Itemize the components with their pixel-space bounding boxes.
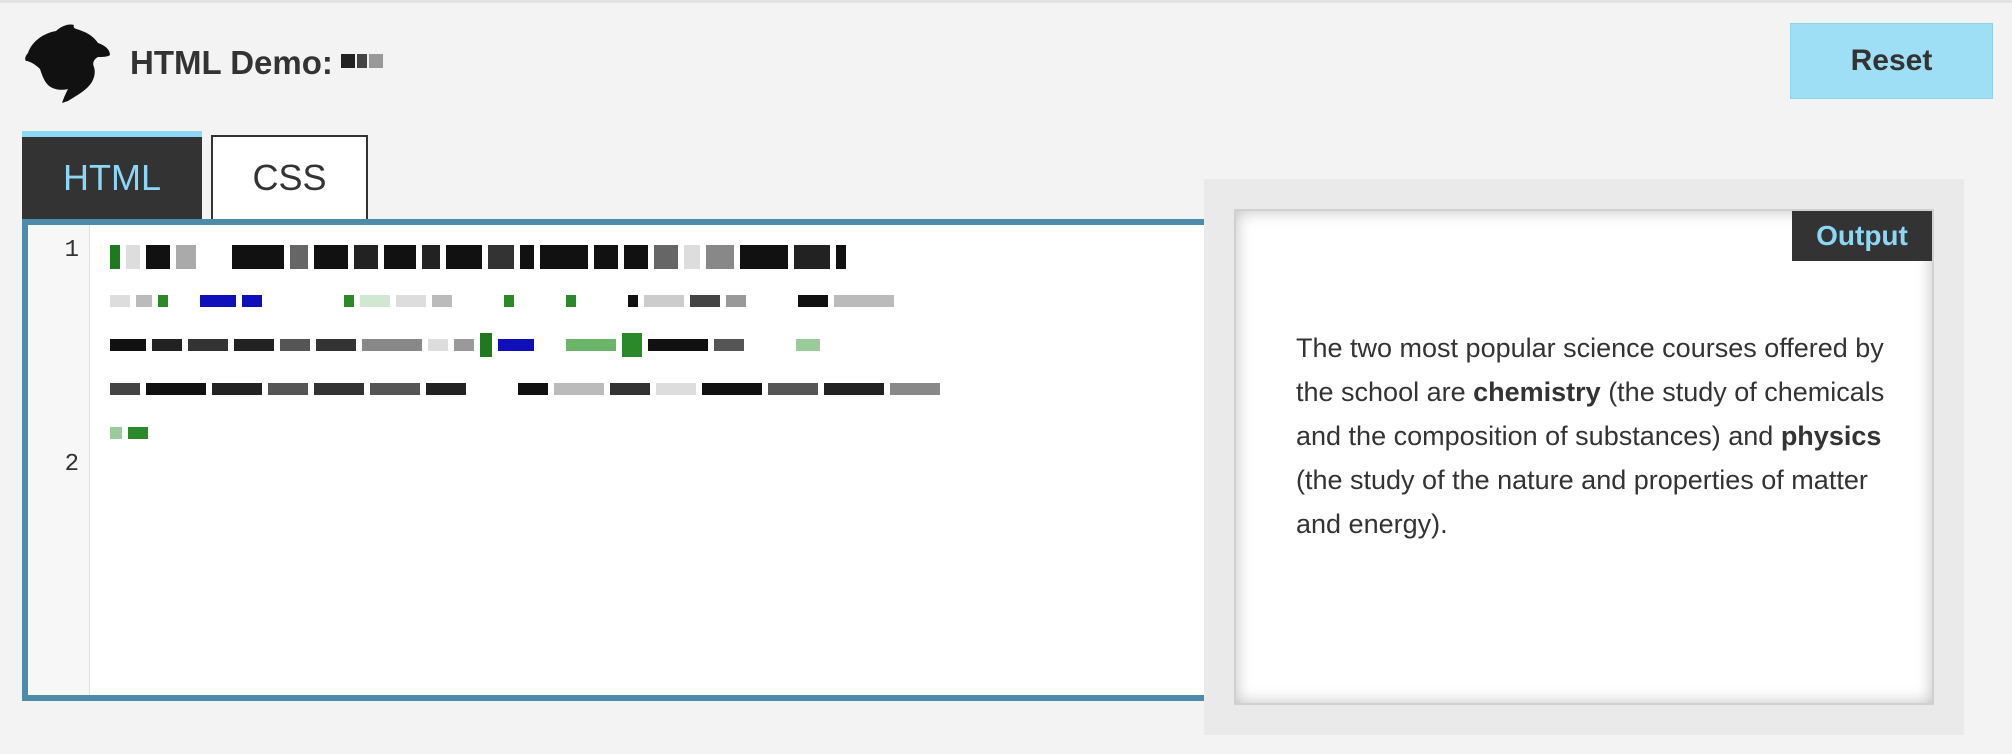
tab-css[interactable]: CSS [211, 135, 368, 219]
redacted-code-content[interactable] [110, 235, 1204, 695]
dinosaur-logo-icon [25, 24, 110, 103]
page-title-text: HTML Demo: [130, 44, 333, 81]
redacted-title-name [340, 54, 383, 68]
code-line [110, 279, 1204, 323]
tab-html[interactable]: HTML [22, 131, 202, 219]
header: HTML Demo: [22, 23, 383, 103]
code-editor[interactable]: 1 2 [22, 219, 1220, 701]
code-line [110, 367, 1204, 411]
code-line [110, 323, 1204, 367]
line-number: 2 [64, 451, 79, 478]
editor-tabs: HTML CSS [22, 131, 368, 219]
output-paragraph: The two most popular science courses off… [1296, 326, 1886, 546]
code-line [110, 411, 1204, 455]
line-number: 1 [64, 237, 79, 264]
output-text-part: (the study of the nature and properties … [1296, 465, 1868, 539]
output-frame: Output The two most popular science cour… [1234, 209, 1934, 705]
line-number-gutter: 1 2 [28, 225, 90, 695]
output-bold-chemistry: chemistry [1473, 377, 1601, 407]
code-line [110, 235, 1204, 279]
output-bold-physics: physics [1780, 421, 1882, 451]
output-panel: Output The two most popular science cour… [1204, 179, 1964, 735]
page-title: HTML Demo: [130, 44, 383, 82]
output-badge: Output [1792, 211, 1932, 261]
app-window: HTML Demo: Reset HTML CSS 1 2 Output The… [0, 0, 2012, 754]
reset-button[interactable]: Reset [1790, 23, 1993, 99]
